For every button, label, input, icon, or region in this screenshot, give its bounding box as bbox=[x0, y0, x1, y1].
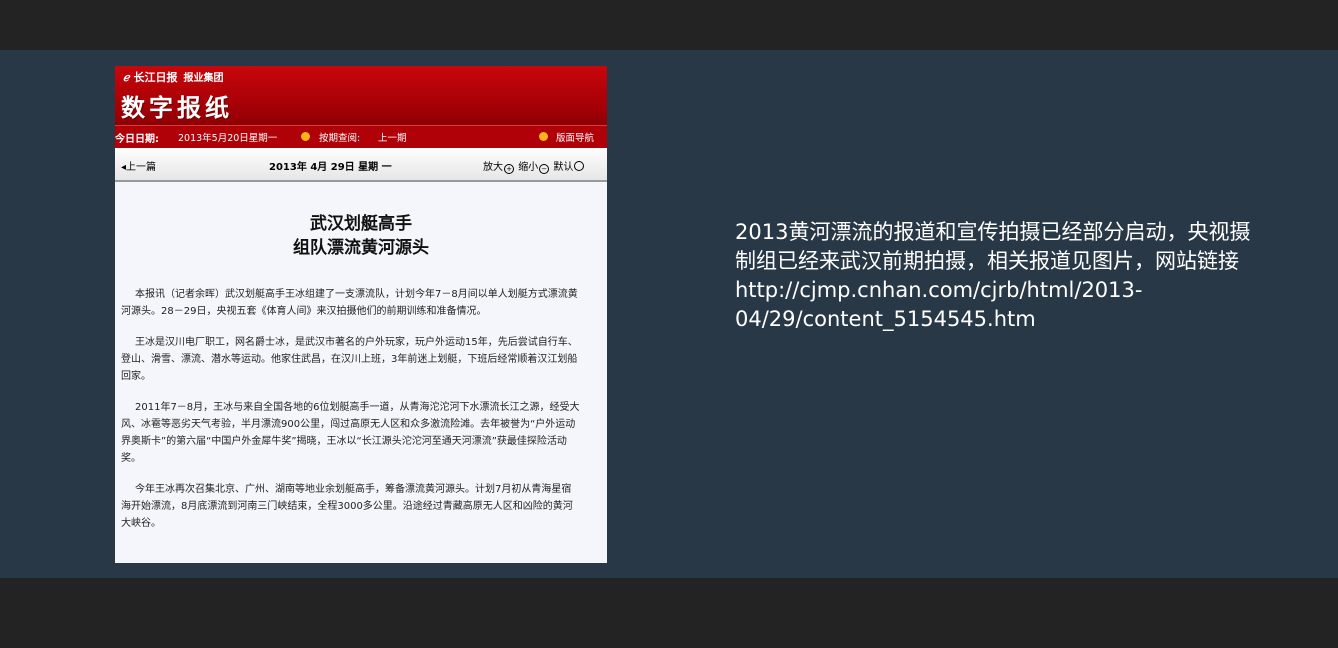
today-label: 今日日期: bbox=[115, 133, 159, 145]
article-datebar: ◂上一篇 2013年 4月 29日 星期 一 放大 + 缩小 − 默认 bbox=[115, 148, 607, 182]
issue-date: 2013年 4月 29日 星期 一 bbox=[269, 162, 392, 173]
article-paragraph: 本报讯（记者余晖）武汉划艇高手王冰组建了一支漂流队，计划今年7－8月间以单人划艇… bbox=[121, 289, 578, 317]
bullet-icon bbox=[301, 132, 310, 141]
circle-icon bbox=[574, 161, 585, 171]
article-paragraph: 2011年7－8月，王冰与来自全国各地的6位划艇高手一道，从青海沱沱河下水漂流长… bbox=[121, 402, 580, 464]
today-value: 2013年5月20日星期一 bbox=[178, 133, 278, 144]
brand-line: ℯ 长江日报 报业集团 bbox=[123, 69, 224, 85]
newspaper-screenshot: ℯ 长江日报 报业集团 数字报纸 今日日期: 2013年5月20日星期一 按期查阅:… bbox=[115, 66, 607, 563]
article-headline: 武汉划艇高手 组队漂流黄河源头 bbox=[115, 212, 607, 260]
article-paragraph: 今年王冰再次召集北京、广州、湖南等地业余划艇高手，筹备漂流黄河源头。计划7月初从… bbox=[121, 484, 573, 529]
logo-icon: ℯ bbox=[123, 71, 130, 84]
previous-issue-link[interactable]: 上一期 bbox=[378, 130, 407, 144]
brand-group: 报业集团 bbox=[183, 73, 224, 84]
zoom-in-button[interactable]: 放大 + bbox=[483, 162, 515, 174]
site-title: 数字报纸 bbox=[121, 93, 233, 122]
zoom-controls: 放大 + 缩小 − 默认 bbox=[483, 158, 585, 174]
newspaper-masthead: ℯ 长江日报 报业集团 数字报纸 bbox=[115, 66, 607, 125]
headline-line-1: 武汉划艇高手 bbox=[310, 214, 412, 234]
minus-icon: − bbox=[539, 164, 550, 174]
headline-line-2: 组队漂流黄河源头 bbox=[293, 238, 429, 258]
issue-query-label: 按期查阅: bbox=[319, 133, 361, 144]
plus-icon: + bbox=[504, 164, 514, 174]
date-navbar: 今日日期: 2013年5月20日星期一 按期查阅: 上一期 版面导航 bbox=[115, 125, 607, 148]
zoom-in-label: 放大 bbox=[483, 162, 503, 173]
caption-url-line-2: 04/29/content_5154545.htm bbox=[735, 307, 1036, 331]
default-zoom-button[interactable]: 默认 bbox=[553, 161, 585, 173]
slide-caption: 2013黄河漂流的报道和宣传拍摄已经部分启动，央视摄 制组已经来武汉前期拍摄，相… bbox=[735, 218, 1305, 334]
caption-line-1: 2013黄河漂流的报道和宣传拍摄已经部分启动，央视摄 bbox=[735, 220, 1251, 244]
page-guide-link[interactable]: 版面导航 bbox=[556, 130, 594, 144]
previous-article-link[interactable]: ◂上一篇 bbox=[121, 158, 156, 173]
zoom-out-button[interactable]: 缩小 − bbox=[518, 162, 550, 174]
default-zoom-label: 默认 bbox=[553, 162, 574, 173]
previous-article-label: 上一篇 bbox=[126, 162, 157, 173]
article-paragraphs: 本报讯（记者余晖）武汉划艇高手王冰组建了一支漂流队，计划今年7－8月间以单人划艇… bbox=[121, 286, 581, 546]
article-paragraph: 王冰是汉川电厂职工，网名爵士冰，是武汉市著名的户外玩家，玩户外运动15年，先后尝… bbox=[121, 337, 578, 382]
caption-line-2: 制组已经来武汉前期拍摄，相关报道见图片，网站链接 bbox=[735, 249, 1239, 273]
brand-logo-text: 长江日报 bbox=[133, 71, 178, 84]
bullet-icon bbox=[539, 132, 548, 141]
caption-url-line-1: http://cjmp.cnhan.com/cjrb/html/2013- bbox=[735, 278, 1143, 302]
zoom-out-label: 缩小 bbox=[518, 162, 539, 173]
